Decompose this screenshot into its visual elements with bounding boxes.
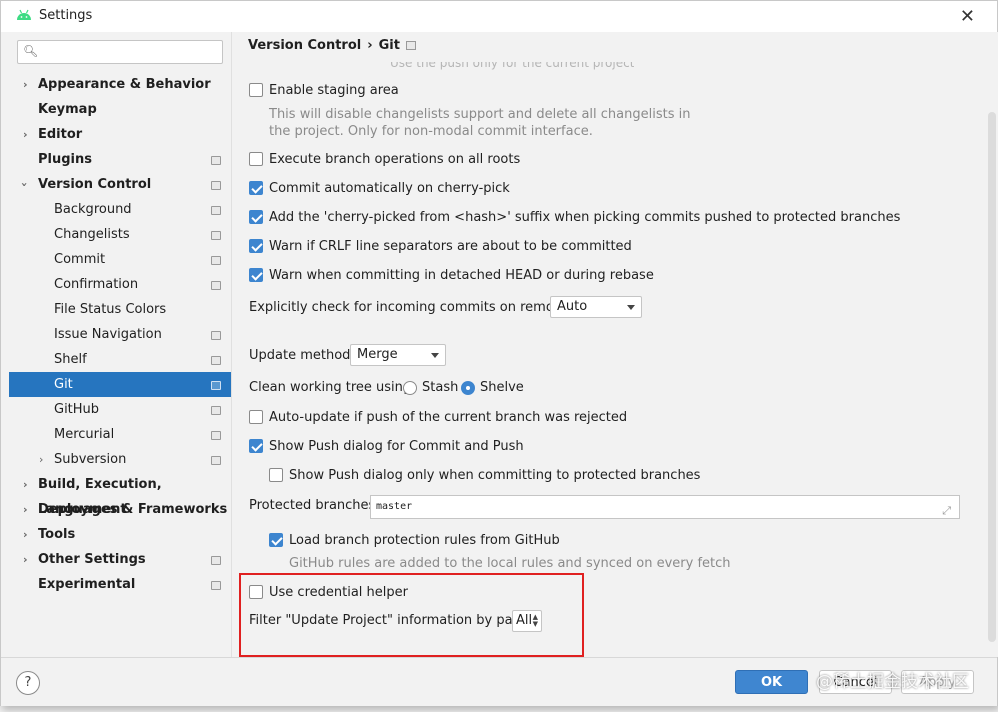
sidebar-item-plugins[interactable]: Plugins xyxy=(9,147,231,172)
sidebar-item-build[interactable]: › Build, Execution, Deployment xyxy=(9,472,231,517)
faded-scrolled-text: Use the push only for the current projec… xyxy=(390,62,635,70)
project-scope-icon xyxy=(211,281,221,290)
checkbox-checked-icon xyxy=(249,439,263,453)
dropdown-arrow-icon xyxy=(627,305,635,310)
close-icon[interactable]: ✕ xyxy=(960,6,975,27)
staging-hint-line-2: the project. Only for non-modal commit i… xyxy=(269,124,593,139)
project-scope-icon xyxy=(211,431,221,440)
project-scope-icon xyxy=(211,581,221,590)
vertical-scrollbar[interactable] xyxy=(988,112,996,642)
sidebar-item-appearance[interactable]: › Appearance & Behavior xyxy=(9,72,231,97)
update-method-label: Update method: xyxy=(249,348,355,363)
project-scope-icon xyxy=(211,381,221,390)
incoming-commits-label: Explicitly check for incoming commits on… xyxy=(249,300,579,315)
breadcrumb-separator: › xyxy=(367,38,373,53)
shelve-radio[interactable] xyxy=(461,381,475,395)
sidebar-item-mercurial[interactable]: Mercurial xyxy=(9,422,231,447)
dropdown-arrow-icon xyxy=(431,353,439,358)
breadcrumb: Version Control › Git xyxy=(248,38,416,53)
project-scope-icon xyxy=(211,231,221,240)
breadcrumb-git: Git xyxy=(378,38,400,53)
sidebar-item-file-status-colors[interactable]: File Status Colors xyxy=(9,297,231,322)
project-scope-icon xyxy=(405,41,416,50)
sidebar-item-background[interactable]: Background xyxy=(9,197,231,222)
github-rules-hint: GitHub rules are added to the local rule… xyxy=(289,556,731,571)
window-title: Settings xyxy=(39,8,93,23)
chevron-right-icon: › xyxy=(23,503,28,516)
expand-icon[interactable]: ⤢ xyxy=(942,500,951,522)
sidebar-item-experimental[interactable]: Experimental xyxy=(9,572,231,597)
checkbox-checked-icon xyxy=(269,533,283,547)
sidebar-item-confirmation[interactable]: Confirmation xyxy=(9,272,231,297)
settings-content: Version Control › Git Use the push only fo… xyxy=(231,32,998,657)
chevron-right-icon: › xyxy=(23,553,28,566)
checkbox-icon xyxy=(249,83,263,97)
project-scope-icon xyxy=(211,206,221,215)
title-bar: Settings ✕ xyxy=(1,1,997,32)
settings-window: Settings ✕ 🔍︎ › Appearance & Behavior Ke… xyxy=(0,0,998,706)
staging-hint-line-1: This will disable changelists support an… xyxy=(269,107,691,122)
sidebar-item-editor[interactable]: › Editor xyxy=(9,122,231,147)
chevron-right-icon: › xyxy=(23,528,28,541)
chevron-right-icon: › xyxy=(39,453,44,466)
android-icon xyxy=(17,9,31,20)
update-method-dropdown[interactable]: Merge xyxy=(350,344,446,366)
sidebar-item-languages[interactable]: › Languages & Frameworks xyxy=(9,497,231,522)
checkbox-checked-icon xyxy=(249,239,263,253)
ok-button[interactable]: OK xyxy=(735,670,808,694)
sidebar-item-keymap[interactable]: Keymap xyxy=(9,97,231,122)
clean-tree-label: Clean working tree using: xyxy=(249,380,416,395)
protected-branches-label: Protected branches: xyxy=(249,498,380,513)
project-scope-icon xyxy=(211,256,221,265)
project-scope-icon xyxy=(211,181,221,190)
search-input[interactable]: 🔍︎ xyxy=(17,40,223,64)
checkbox-checked-icon xyxy=(249,210,263,224)
checkbox-icon xyxy=(269,468,283,482)
sidebar-item-github[interactable]: GitHub xyxy=(9,397,231,422)
annotation-highlight-box xyxy=(239,573,584,657)
project-scope-icon xyxy=(211,331,221,340)
project-scope-icon xyxy=(211,156,221,165)
sidebar-item-commit[interactable]: Commit xyxy=(9,247,231,272)
checkbox-checked-icon xyxy=(249,181,263,195)
project-scope-icon xyxy=(211,456,221,465)
search-icon: 🔍︎ xyxy=(23,44,39,58)
checkbox-checked-icon xyxy=(249,268,263,282)
sidebar-item-other-settings[interactable]: › Other Settings xyxy=(9,547,231,572)
sidebar-item-tools[interactable]: › Tools xyxy=(9,522,231,547)
shelve-label[interactable]: Shelve xyxy=(480,378,524,398)
project-scope-icon xyxy=(211,356,221,365)
project-scope-icon xyxy=(211,406,221,415)
sidebar-item-shelf[interactable]: Shelf xyxy=(9,347,231,372)
chevron-right-icon: › xyxy=(23,478,28,491)
sidebar-item-issue-navigation[interactable]: Issue Navigation xyxy=(9,322,231,347)
sidebar-item-git[interactable]: Git xyxy=(9,372,231,397)
project-scope-icon xyxy=(211,556,221,565)
protected-branches-input[interactable]: master ⤢ xyxy=(370,495,960,519)
checkbox-icon xyxy=(249,410,263,424)
stash-radio[interactable] xyxy=(403,381,417,395)
stash-label[interactable]: Stash xyxy=(422,378,458,398)
incoming-commits-dropdown[interactable]: Auto xyxy=(550,296,642,318)
chevron-right-icon: › xyxy=(23,78,28,91)
clean-tree-row: Clean working tree using: xyxy=(249,378,416,398)
settings-sidebar: 🔍︎ › Appearance & Behavior Keymap › Edit… xyxy=(9,32,231,657)
sidebar-item-changelists[interactable]: Changelists xyxy=(9,222,231,247)
checkbox-icon xyxy=(249,152,263,166)
breadcrumb-version-control[interactable]: Version Control xyxy=(248,38,361,53)
chevron-down-icon: › xyxy=(17,182,31,187)
sidebar-item-subversion[interactable]: › Subversion xyxy=(9,447,231,472)
watermark-text: @稀土掘金技术社区 xyxy=(816,672,969,692)
sidebar-item-version-control[interactable]: › Version Control xyxy=(9,172,231,197)
chevron-right-icon: › xyxy=(23,128,28,141)
git-settings-panel[interactable]: Use the push only for the current projec… xyxy=(232,62,998,657)
help-button[interactable]: ? xyxy=(16,671,40,695)
